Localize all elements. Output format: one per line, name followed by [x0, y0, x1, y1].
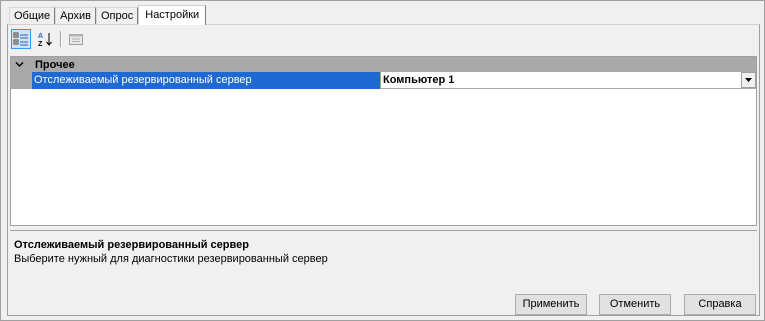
help-button[interactable]: Справка	[684, 294, 756, 315]
categorized-view-button[interactable]	[11, 29, 31, 49]
tab-archive[interactable]: Архив	[55, 7, 96, 24]
sort-alphabetical-button[interactable]: A Z	[35, 29, 55, 49]
tab-general[interactable]: Общие	[9, 7, 56, 24]
tab-strip: Общие Архив Опрос Настройки	[9, 5, 207, 25]
settings-tab-panel: A Z Прочее Отслеживаемый резервированный…	[7, 24, 760, 316]
cancel-button[interactable]: Отменить	[599, 294, 671, 315]
property-row[interactable]: Отслеживаемый резервированный сервер Ком…	[11, 72, 756, 89]
dropdown-button[interactable]	[741, 72, 756, 88]
property-name[interactable]: Отслеживаемый резервированный сервер	[32, 72, 381, 89]
property-pages-icon	[69, 34, 83, 45]
category-row[interactable]: Прочее	[11, 57, 756, 72]
category-label: Прочее	[35, 58, 75, 71]
settings-window: Общие Архив Опрос Настройки A Z Прочее О…	[0, 0, 765, 321]
description-title: Отслеживаемый резервированный сервер	[14, 239, 249, 251]
property-value: Компьютер 1	[383, 74, 455, 86]
chevron-down-icon	[745, 78, 752, 82]
property-gutter	[11, 72, 32, 89]
dialog-buttons: Применить Отменить Справка	[8, 292, 759, 315]
sort-alphabetical-icon: A Z	[38, 33, 52, 47]
toolbar-separator	[60, 31, 62, 47]
property-grid: Прочее Отслеживаемый резервированный сер…	[10, 56, 757, 226]
property-value-dropdown[interactable]: Компьютер 1	[381, 72, 756, 89]
svg-text:A: A	[38, 33, 43, 40]
property-grid-toolbar: A Z	[8, 25, 759, 52]
description-text: Выберите нужный для диагностики резервир…	[14, 253, 328, 265]
collapse-chevron-icon[interactable]	[11, 57, 27, 72]
svg-text:Z: Z	[38, 41, 43, 47]
property-pages-button[interactable]	[66, 29, 86, 49]
tab-settings[interactable]: Настройки	[138, 5, 207, 25]
tab-polling[interactable]: Опрос	[96, 7, 139, 24]
apply-button[interactable]: Применить	[515, 294, 587, 315]
categorized-view-icon	[13, 32, 28, 46]
property-description-panel: Отслеживаемый резервированный сервер Выб…	[10, 230, 757, 292]
